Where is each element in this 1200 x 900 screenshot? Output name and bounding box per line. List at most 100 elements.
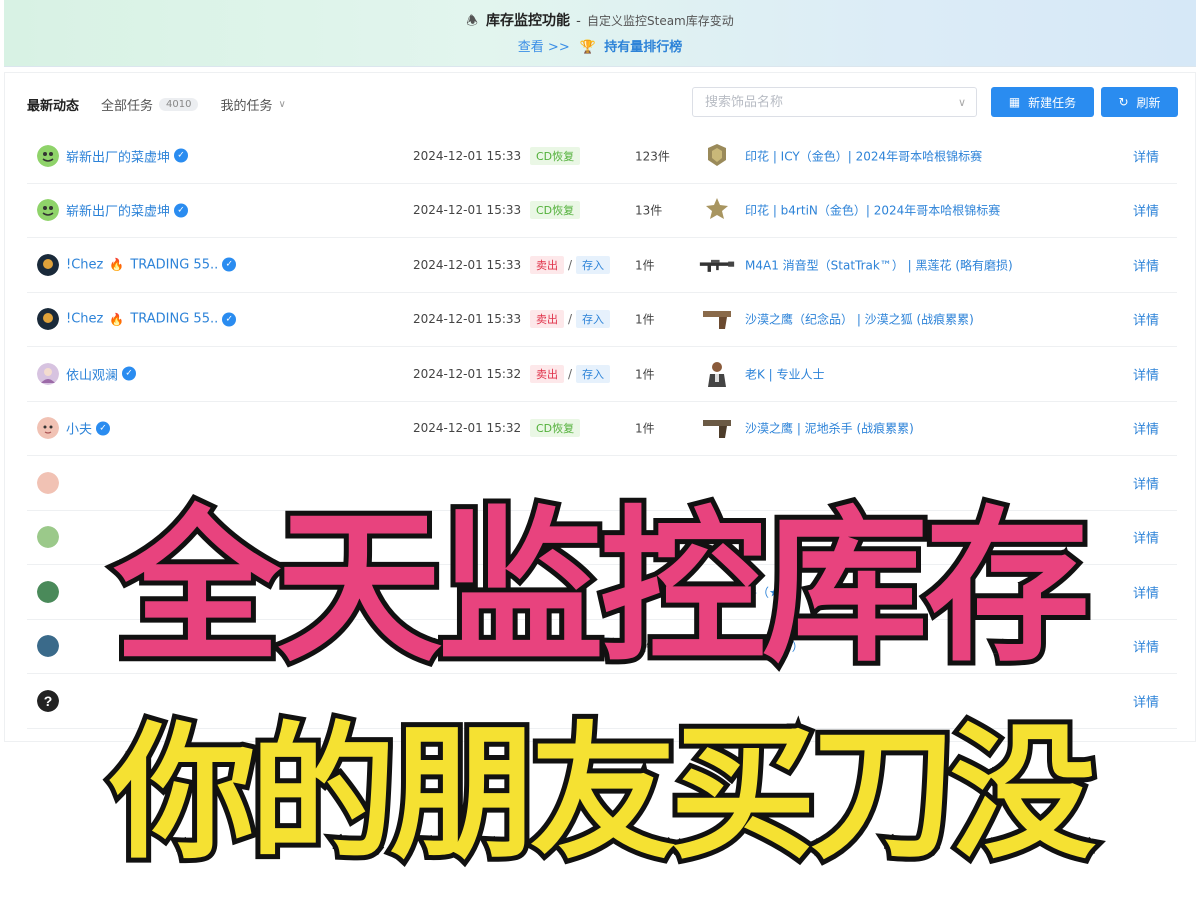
steam-verified-icon: ✓ [174, 148, 189, 163]
user-name[interactable]: 小夫 ✓ [66, 419, 111, 438]
avatar[interactable] [37, 362, 59, 385]
event-time: 2024-12-01 15:33 [413, 148, 522, 163]
table-row: 手（★） 详情 [27, 565, 1177, 620]
steam-verified-icon: ✓ [222, 257, 237, 272]
avatar[interactable] [37, 253, 59, 276]
tab-mine-label: 我的任务 [220, 99, 273, 114]
item-quantity: 1件 [635, 258, 655, 273]
table-row: 详情 [27, 456, 1177, 511]
user-name[interactable]: 崭新出厂的菜虚坤 ✓ [66, 201, 189, 220]
pistol-icon [699, 305, 735, 333]
user-name[interactable]: !Chez 🔥 TRADING 55.. ✓ [66, 257, 237, 273]
ranking-link[interactable]: 持有量排行榜 [604, 40, 682, 55]
avatar[interactable] [37, 526, 59, 549]
sticker-icon [699, 142, 735, 170]
feature-description: 自定义监控Steam库存变动 [587, 14, 734, 28]
detail-link[interactable]: 详情 [1133, 528, 1159, 547]
item-quantity: 123件 [635, 149, 670, 164]
tab-latest[interactable]: 最新动态 [27, 95, 79, 114]
tab-my-tasks[interactable]: 我的任务 ∨ [220, 95, 285, 114]
steam-verified-icon: ✓ [96, 421, 111, 436]
item-name[interactable]: 印花 | ICY（金色）| 2024年哥本哈根锦标赛 [745, 147, 982, 164]
new-task-button[interactable]: ▦ 新建任务 [991, 87, 1094, 117]
agent-icon [699, 360, 735, 388]
refresh-button[interactable]: ↻ 刷新 [1101, 87, 1178, 117]
tab-all-tasks[interactable]: 全部任务 4010 [101, 95, 199, 114]
avatar[interactable] [37, 199, 59, 222]
event-time: 2024-12-01 15:32 [413, 366, 522, 381]
detail-link[interactable]: 详情 [1133, 255, 1159, 274]
item-name[interactable]: 沙漠之鹰 | 泥地杀手 (战痕累累) [745, 420, 914, 437]
status-badge-deposit: 存入 [576, 637, 611, 656]
avatar[interactable] [37, 635, 59, 658]
event-time: 2024-12-01 15:31 [413, 639, 522, 654]
item-name[interactable]: M4A1 消音型（StatTrak™） | 黑莲花 (略有磨损) [745, 256, 1013, 273]
table-row: 依山观澜 ✓ 2024-12-01 15:32 卖出 / 存入 1件 老K | … [27, 347, 1177, 402]
avatar[interactable] [37, 144, 59, 167]
item-quantity: 1件 [635, 421, 655, 436]
question-avatar-icon[interactable]: ? [37, 689, 59, 712]
event-time: 2024-12-01 15:33 [413, 257, 522, 272]
view-link[interactable]: 查看 >> [518, 40, 570, 55]
detail-link[interactable]: 详情 [1133, 201, 1159, 220]
detail-link[interactable]: 详情 [1133, 310, 1159, 329]
refresh-icon: ↻ [1118, 95, 1129, 109]
user-name-suffix: TRADING 55.. [130, 311, 219, 327]
avatar[interactable] [37, 471, 59, 494]
task-count-badge: 4010 [159, 98, 199, 111]
item-name[interactable]: 老K | 专业人士 [745, 365, 825, 382]
grid-icon: ▦ [1008, 95, 1021, 109]
user-name[interactable]: 依山观澜 ✓ [66, 364, 137, 383]
user-name[interactable]: !Chez 🔥 TRADING 55.. ✓ [66, 311, 237, 327]
item-name[interactable]: 短剑（★） [745, 638, 804, 655]
status-badge: CD恢复 [530, 419, 581, 438]
item-name[interactable]: 印花 | b4rtiN（金色）| 2024年哥本哈根锦标赛 [745, 202, 1000, 219]
item-search-select[interactable]: ∨ [692, 87, 977, 117]
detail-link[interactable]: 详情 [1133, 419, 1159, 438]
user-name-suffix: TRADING 55.. [130, 257, 219, 273]
refresh-label: 刷新 [1136, 95, 1161, 110]
fire-icon: 🔥 [109, 257, 125, 272]
table-row: 崭新出厂的菜虚坤 ✓ 2024-12-01 15:33 CD恢复 13件 印花 … [27, 184, 1177, 238]
item-name[interactable]: 手（★） [745, 583, 792, 600]
user-name[interactable]: 崭新出厂的菜虚坤 ✓ [66, 146, 189, 165]
status-badge-sold: 卖出 [530, 255, 564, 274]
detail-link[interactable]: 详情 [1133, 364, 1159, 383]
status-badge-sold: 卖出 [530, 310, 564, 329]
search-input[interactable] [703, 93, 958, 111]
event-status: CD恢复 [530, 146, 581, 165]
detail-link[interactable]: 详情 [1133, 473, 1159, 492]
tab-all-label: 全部任务 [101, 99, 154, 114]
detail-link[interactable]: 详情 [1133, 582, 1159, 601]
detail-link[interactable]: 详情 [1133, 146, 1159, 165]
tab-latest-label: 最新动态 [27, 99, 80, 114]
status-separator: / [568, 312, 573, 327]
event-time: 2024-12-01 15:33 [413, 312, 522, 327]
avatar[interactable] [37, 417, 59, 440]
status-badge: CD恢复 [530, 201, 581, 220]
fire-icon: 🔥 [109, 312, 125, 327]
avatar[interactable] [37, 580, 59, 603]
event-status: 卖出 / 存入 [530, 310, 611, 329]
item-name[interactable]: 沙漠之鹰（纪念品） | 沙漠之狐 (战痕累累) [745, 311, 974, 328]
item-quantity: 13件 [635, 203, 663, 218]
detail-link[interactable]: 详情 [1133, 637, 1159, 656]
status-badge: CD恢复 [530, 146, 581, 165]
event-status: 卖出 [530, 528, 564, 547]
status-badge-sold: 卖出 [530, 528, 564, 547]
chevron-down-icon: ∨ [957, 95, 966, 109]
status-badge-deposit: 存入 [576, 310, 611, 329]
chevron-down-icon: ∨ [278, 99, 286, 110]
table-row: !Chez 🔥 TRADING 55.. ✓ 2024-12-01 15:33 … [27, 293, 1177, 347]
status-separator: / [568, 366, 573, 381]
avatar[interactable] [37, 308, 59, 331]
status-badge-sold: 卖出 [530, 637, 564, 656]
pistol-icon [699, 414, 735, 442]
event-time: 2024-12-01 15:33 [413, 203, 522, 218]
top-banner: 🕭 库存监控功能 - 自定义监控Steam库存变动 查看 >> 🏆 持有量排行榜 [4, 0, 1196, 67]
activity-table: 崭新出厂的菜虚坤 ✓ 2024-12-01 15:33 CD恢复 123件 印花… [27, 129, 1177, 729]
detail-link[interactable]: 详情 [1133, 691, 1159, 710]
svg-text:?: ? [44, 693, 53, 709]
status-badge-deposit: 存入 [576, 255, 611, 274]
rifle-icon [699, 251, 735, 279]
